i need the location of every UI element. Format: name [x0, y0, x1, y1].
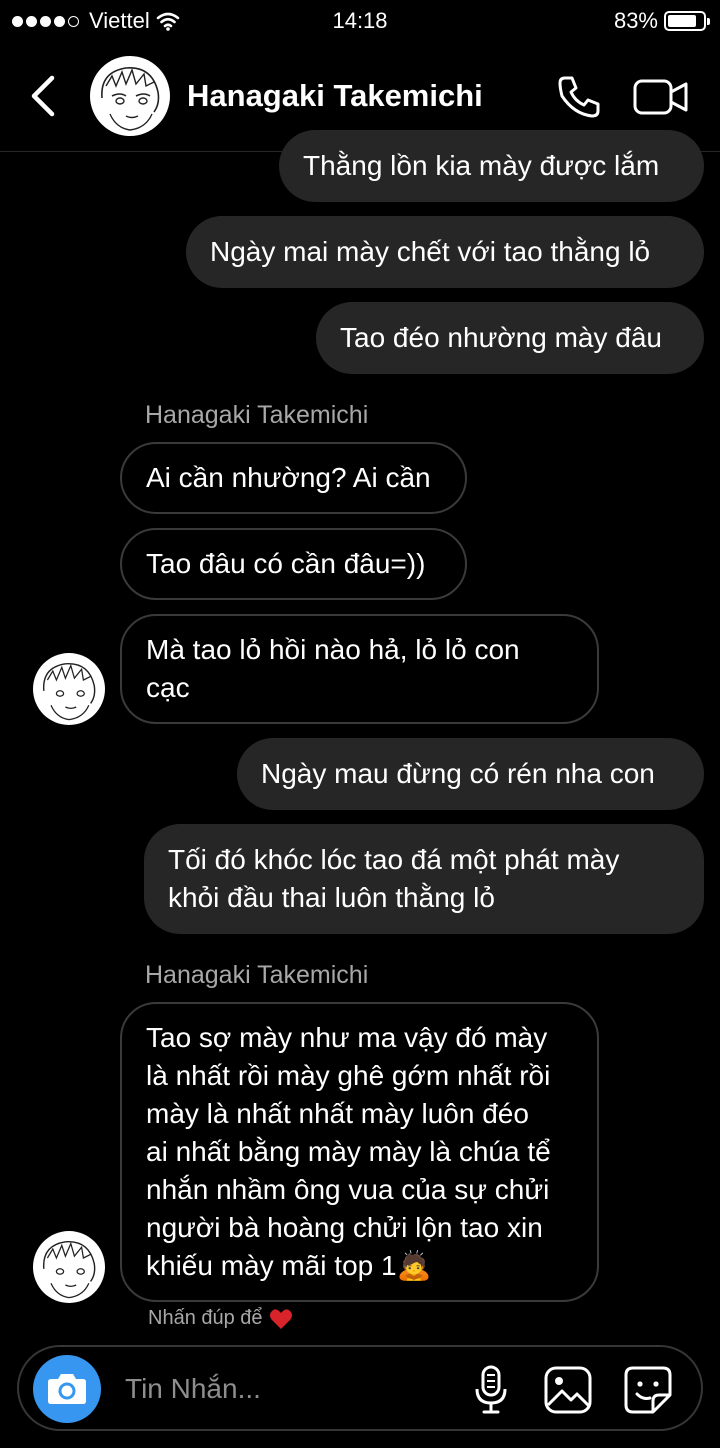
double-tap-hint-text: Nhấn đúp để: [148, 1307, 263, 1329]
message-bubble-outgoing[interactable]: Ngày mau đừng có rén nha con: [237, 738, 704, 810]
sender-avatar[interactable]: [33, 653, 105, 725]
message-text: Mà tao lỏ hồi nào hả, lỏ lỏ con cạc: [146, 634, 520, 703]
camera-icon: [48, 1374, 86, 1404]
message-text: Ngày mau đừng có rén nha con: [261, 758, 655, 789]
message-bubble-incoming[interactable]: Tao sợ mày như ma vậy đó mày là nhất rồi…: [120, 1002, 599, 1302]
sender-name: Hanagaki Takemichi: [145, 961, 369, 989]
battery-icon: [664, 11, 710, 31]
message-bubble-outgoing[interactable]: Thằng lồn kia mày được lắm: [279, 130, 704, 202]
message-bubble-outgoing[interactable]: Tối đó khóc lóc tao đá một phát mày khỏi…: [144, 824, 704, 934]
phone-icon[interactable]: [556, 74, 602, 120]
battery-fill: [668, 15, 696, 27]
sender-name: Hanagaki Takemichi: [145, 401, 369, 429]
double-tap-hint: Nhấn đúp để: [148, 1307, 293, 1330]
sticker-icon[interactable]: [623, 1365, 673, 1415]
message-input[interactable]: [123, 1365, 447, 1413]
message-text: Tối đó khóc lóc tao đá một phát mày khỏi…: [168, 844, 620, 913]
status-bar: Viettel 14:18 83%: [0, 0, 720, 40]
video-call-icon[interactable]: [632, 76, 690, 118]
camera-button[interactable]: [33, 1355, 101, 1423]
message-text: Thằng lồn kia mày được lắm: [303, 150, 660, 181]
microphone-icon[interactable]: [471, 1365, 511, 1415]
message-text: Tao đéo nhường mày đâu: [340, 322, 662, 353]
message-bubble-outgoing[interactable]: Tao đéo nhường mày đâu: [316, 302, 704, 374]
gallery-icon[interactable]: [543, 1365, 593, 1415]
message-composer: [17, 1345, 703, 1431]
message-bubble-incoming[interactable]: Mà tao lỏ hồi nào hả, lỏ lỏ con cạc: [120, 614, 599, 724]
contact-name[interactable]: Hanagaki Takemichi: [187, 78, 483, 114]
message-text: Tao sợ mày như ma vậy đó mày là nhất rồi…: [146, 1022, 551, 1281]
heart-icon: [269, 1308, 292, 1329]
message-bubble-outgoing[interactable]: Ngày mai mày chết với tao thằng lỏ: [186, 216, 704, 288]
battery-status: 83%: [613, 8, 710, 34]
message-text: Ai cần nhường? Ai cần: [146, 462, 431, 493]
avatar-drawing: [101, 67, 160, 131]
status-time: 14:18: [332, 8, 388, 33]
battery-percent: 83%: [613, 8, 658, 33]
back-icon[interactable]: [26, 74, 66, 118]
avatar-drawing: [43, 663, 96, 721]
message-bubble-incoming[interactable]: Ai cần nhường? Ai cần: [120, 442, 467, 514]
contact-avatar[interactable]: [90, 56, 170, 136]
avatar-drawing: [43, 1241, 96, 1299]
message-text: Ngày mai mày chết với tao thằng lỏ: [210, 236, 651, 267]
message-text: Tao đâu có cần đâu=)): [146, 548, 426, 579]
message-bubble-incoming[interactable]: Tao đâu có cần đâu=)): [120, 528, 467, 600]
sender-avatar[interactable]: [33, 1231, 105, 1303]
